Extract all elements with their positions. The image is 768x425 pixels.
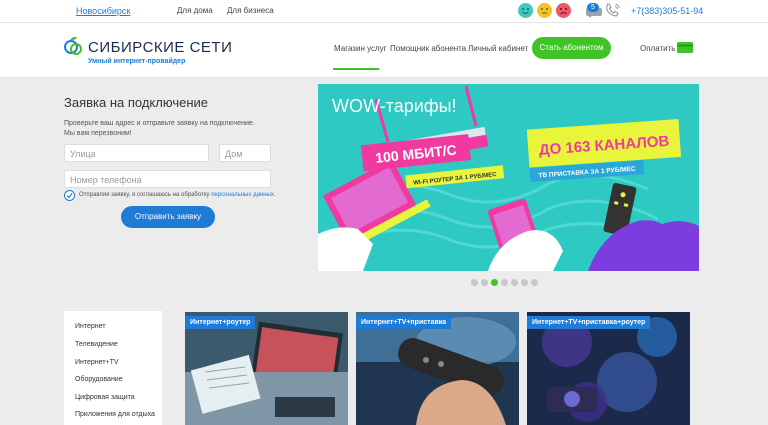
agree-checkbox[interactable] bbox=[64, 190, 75, 201]
agree-text: Отправляя заявку, я соглашаюсь на обрабо… bbox=[79, 192, 276, 198]
top-bar: Новосибирск Для дома Для бизнеса 5 +7(38… bbox=[0, 0, 768, 22]
menu-digital-protection[interactable]: Цифровая защита bbox=[75, 394, 135, 401]
business-link[interactable]: Для бизнеса bbox=[227, 6, 274, 15]
phone-input[interactable]: Номер телефона bbox=[64, 170, 271, 188]
nav-account[interactable]: Личный кабинет bbox=[468, 44, 528, 53]
nav-assistant[interactable]: Помощник абонента bbox=[390, 44, 466, 53]
main-header: СИБИРСКИЕ СЕТИ Умный интернет-провайдер … bbox=[0, 22, 768, 78]
become-subscriber-button[interactable]: Стать абонентом bbox=[532, 37, 611, 59]
card-tag: Интернет+TV+приставка+роутер bbox=[527, 316, 651, 329]
submit-button[interactable]: Отправить заявку bbox=[121, 206, 215, 228]
sad-face-icon[interactable] bbox=[556, 3, 571, 18]
logo-icon[interactable] bbox=[62, 35, 84, 57]
form-description: Проверьте ваш адрес и отправьте заявку н… bbox=[64, 120, 255, 137]
city-selector[interactable]: Новосибирск bbox=[76, 6, 130, 16]
card-icon[interactable] bbox=[677, 42, 693, 53]
card-internet-router[interactable]: Интернет+роутер bbox=[185, 312, 348, 425]
personal-data-link[interactable]: персональных данных bbox=[211, 192, 274, 198]
banner-title: WOW-тарифы! bbox=[332, 96, 457, 116]
pay-link[interactable]: Оплатить bbox=[640, 44, 675, 53]
promo-banner[interactable]: 100 МБИТ/С WI-FI РОУТЕР ЗА 1 РУБ/МЕС ДО … bbox=[318, 84, 699, 271]
phone-number[interactable]: +7(383)305-51-94 bbox=[631, 6, 703, 16]
card-internet-tv-router[interactable]: Интернет+TV+приставка+роутер bbox=[527, 312, 690, 425]
slider-dot[interactable] bbox=[521, 279, 528, 286]
card-tag: Интернет+TV+приставка bbox=[356, 316, 452, 329]
logo-title[interactable]: СИБИРСКИЕ СЕТИ bbox=[88, 39, 232, 56]
menu-internet-tv[interactable]: Интернет+TV bbox=[75, 359, 119, 366]
logo-subtitle: Умный интернет-провайдер bbox=[88, 58, 186, 65]
slider-dot[interactable] bbox=[471, 279, 478, 286]
menu-leisure-apps[interactable]: Приложения для отдыха bbox=[75, 411, 155, 418]
side-menu: Интернет Телевидение Интернет+TV Оборудо… bbox=[64, 311, 162, 425]
happy-face-icon[interactable] bbox=[518, 3, 533, 18]
home-link[interactable]: Для дома bbox=[177, 6, 213, 15]
street-input[interactable]: Улица bbox=[64, 144, 209, 162]
menu-internet[interactable]: Интернет bbox=[75, 323, 106, 330]
slider-dot[interactable] bbox=[491, 279, 498, 286]
chat-badge: 5 bbox=[587, 3, 599, 12]
slider-dot[interactable] bbox=[481, 279, 488, 286]
nav-shop[interactable]: Магазин услуг bbox=[334, 44, 387, 53]
slider-dot[interactable] bbox=[531, 279, 538, 286]
form-title: Заявка на подключение bbox=[64, 95, 208, 110]
menu-tv[interactable]: Телевидение bbox=[75, 341, 118, 348]
nav-active-indicator bbox=[333, 68, 379, 70]
menu-equipment[interactable]: Оборудование bbox=[75, 376, 123, 383]
neutral-face-icon[interactable] bbox=[537, 3, 552, 18]
slider-dot[interactable] bbox=[501, 279, 508, 286]
house-input[interactable]: Дом bbox=[219, 144, 271, 162]
slider-dot[interactable] bbox=[511, 279, 518, 286]
card-internet-tv[interactable]: Интернет+TV+приставка bbox=[356, 312, 519, 425]
card-tag: Интернет+роутер bbox=[185, 316, 256, 329]
phone-icon bbox=[606, 3, 620, 17]
